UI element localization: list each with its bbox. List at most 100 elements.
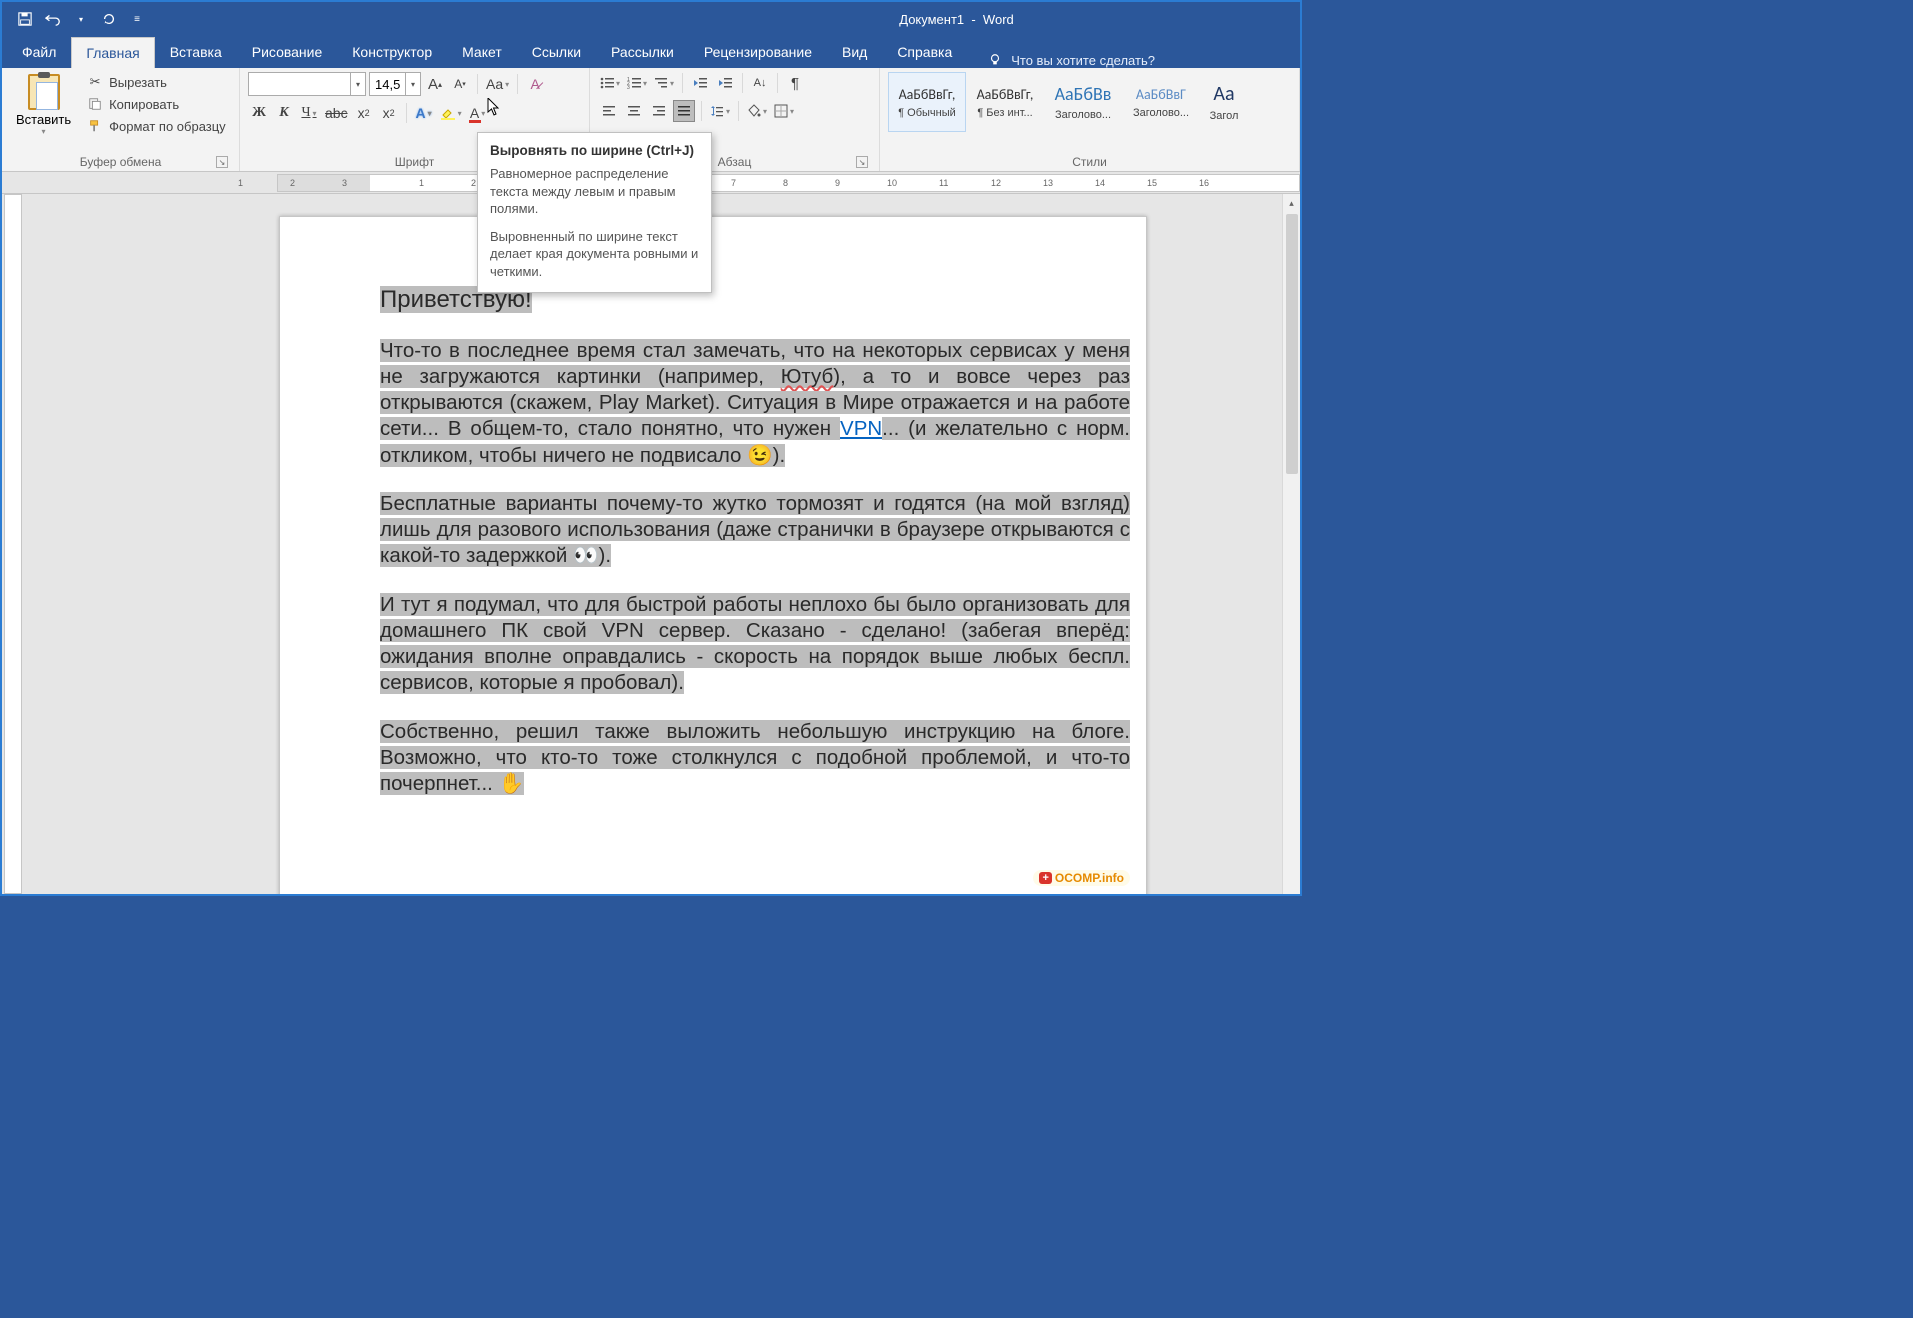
paragraph-3[interactable]: И тут я подумал, что для быстрой работы … — [380, 592, 1130, 697]
styles-gallery[interactable]: АаБбВвГг, ¶ Обычный АаБбВвГг, ¶ Без инт.… — [888, 72, 1291, 152]
format-painter-label: Формат по образцу — [109, 119, 226, 134]
group-label-clipboard: Буфер обмена ↘ — [10, 152, 231, 171]
page[interactable]: Приветствую! Что-то в последнее время ст… — [279, 216, 1147, 894]
subscript-button[interactable]: x2 — [353, 102, 375, 124]
ruler-tick: 11 — [939, 178, 948, 188]
format-painter-button[interactable]: Формат по образцу — [83, 116, 230, 136]
bold-button[interactable]: Ж — [248, 102, 270, 124]
group-styles: АаБбВвГг, ¶ Обычный АаБбВвГг, ¶ Без инт.… — [880, 68, 1300, 171]
font-name-combo[interactable]: ▾ — [248, 72, 366, 96]
shrink-font-button[interactable]: A▾ — [449, 73, 471, 95]
ruler-tick: 8 — [783, 178, 788, 188]
paragraph-1[interactable]: Что-то в последнее время стал замечать, … — [380, 338, 1130, 469]
save-icon[interactable] — [16, 10, 34, 28]
ruler-tick: 1 — [419, 178, 424, 188]
qat-customize-icon[interactable]: ≡ — [128, 10, 146, 28]
align-left-button[interactable] — [598, 100, 620, 122]
justify-button[interactable] — [673, 100, 695, 122]
style-preview: АаБбВвГг, — [893, 86, 961, 103]
paragraph-2[interactable]: Бесплатные варианты почему-то жутко торм… — [380, 491, 1130, 570]
tab-references[interactable]: Ссылки — [517, 36, 596, 68]
ribbon-tabs: Файл Главная Вставка Рисование Конструкт… — [2, 36, 1300, 68]
clipboard-icon — [28, 74, 60, 110]
link-vpn[interactable]: VPN — [840, 417, 882, 440]
numbering-button[interactable]: 123 — [625, 72, 649, 94]
ruler-tick: 9 — [835, 178, 840, 188]
tooltip-title: Выровнять по ширине (Ctrl+J) — [490, 143, 699, 158]
tab-file[interactable]: Файл — [7, 36, 71, 68]
style-name-label: Заголово... — [1049, 109, 1117, 121]
tab-mailings[interactable]: Рассылки — [596, 36, 689, 68]
align-center-button[interactable] — [623, 100, 645, 122]
borders-button[interactable] — [772, 100, 796, 122]
ruler-tick: 2 — [290, 178, 295, 188]
tab-design[interactable]: Конструктор — [337, 36, 447, 68]
tab-layout[interactable]: Макет — [447, 36, 517, 68]
italic-button[interactable]: К — [273, 102, 295, 124]
line-spacing-button[interactable] — [708, 100, 732, 122]
lightbulb-icon — [987, 52, 1003, 68]
copy-button[interactable]: Копировать — [83, 94, 230, 114]
align-right-button[interactable] — [648, 100, 670, 122]
cut-label: Вырезать — [109, 75, 167, 90]
svg-text:3: 3 — [627, 85, 630, 90]
cut-button[interactable]: ✂ Вырезать — [83, 72, 230, 92]
ruler-tick: 1 — [238, 178, 243, 188]
scroll-up-icon[interactable]: ▴ — [1283, 194, 1300, 212]
undo-icon[interactable] — [44, 10, 62, 28]
clear-formatting-button[interactable]: A̷ — [524, 73, 546, 95]
highlight-button[interactable] — [438, 102, 464, 124]
style-no-spacing[interactable]: АаБбВвГг, ¶ Без инт... — [966, 72, 1044, 132]
increase-indent-button[interactable] — [714, 72, 736, 94]
ruler-tick: 14 — [1095, 178, 1105, 188]
paste-button[interactable]: Вставить ▾ — [10, 72, 77, 138]
style-preview: АаБбВвГг, — [971, 86, 1039, 103]
underline-button[interactable]: Ч — [298, 102, 320, 124]
tab-review[interactable]: Рецензирование — [689, 36, 827, 68]
superscript-button[interactable]: x2 — [378, 102, 400, 124]
strikethrough-button[interactable]: abc — [323, 102, 350, 124]
style-heading1[interactable]: АаБбВв Заголово... — [1044, 72, 1122, 132]
style-normal[interactable]: АаБбВвГг, ¶ Обычный — [888, 72, 966, 132]
text-spelling-error: Ютуб — [781, 365, 834, 388]
dialog-launcher-paragraph[interactable]: ↘ — [856, 156, 868, 168]
page-scroll-area[interactable]: Приветствую! Что-то в последнее время ст… — [24, 194, 1300, 894]
sort-button[interactable]: A↓ — [749, 72, 771, 94]
app-name: Word — [983, 12, 1014, 27]
window-title: Документ1 - Word — [899, 12, 1014, 27]
tell-me-search[interactable]: Что вы хотите сделать? — [987, 52, 1155, 68]
ruler-tick: 7 — [731, 178, 736, 188]
font-size-combo[interactable]: 14,5 ▾ — [369, 72, 421, 96]
doc-name: Документ1 — [899, 12, 964, 27]
redo-icon[interactable] — [100, 10, 118, 28]
style-title[interactable]: Аа Загол — [1200, 72, 1248, 132]
tab-help[interactable]: Справка — [882, 36, 967, 68]
show-marks-button[interactable]: ¶ — [784, 72, 806, 94]
shading-button[interactable] — [745, 100, 769, 122]
style-preview: Аа — [1205, 82, 1243, 106]
multilevel-list-button[interactable] — [652, 72, 676, 94]
scrollbar-thumb[interactable] — [1286, 214, 1298, 474]
font-color-button[interactable]: A — [467, 102, 489, 124]
style-preview: АаБбВв — [1049, 83, 1117, 105]
ruler-tick: 3 — [342, 178, 347, 188]
qat-dropdown-icon[interactable]: ▾ — [72, 10, 90, 28]
watermark-text: OCOMP.info — [1055, 871, 1124, 885]
bullets-button[interactable] — [598, 72, 622, 94]
chevron-down-icon[interactable]: ▾ — [405, 73, 420, 95]
chevron-down-icon[interactable]: ▾ — [350, 73, 365, 95]
change-case-button[interactable]: Aa — [484, 73, 511, 95]
grow-font-button[interactable]: A▴ — [424, 73, 446, 95]
tab-view[interactable]: Вид — [827, 36, 882, 68]
tab-insert[interactable]: Вставка — [155, 36, 237, 68]
text-effects-button[interactable]: A — [413, 102, 435, 124]
horizontal-ruler[interactable]: 32112345678910111213141516 — [277, 174, 1300, 192]
paragraph-4[interactable]: Собственно, решил также выложить небольш… — [380, 719, 1130, 798]
style-heading2[interactable]: АаБбВвГ Заголово... — [1122, 72, 1200, 132]
vertical-scrollbar[interactable]: ▴ — [1282, 194, 1300, 894]
vertical-ruler[interactable] — [4, 194, 22, 894]
tab-draw[interactable]: Рисование — [237, 36, 338, 68]
tab-home[interactable]: Главная — [71, 37, 154, 68]
dialog-launcher-clipboard[interactable]: ↘ — [216, 156, 228, 168]
decrease-indent-button[interactable] — [689, 72, 711, 94]
